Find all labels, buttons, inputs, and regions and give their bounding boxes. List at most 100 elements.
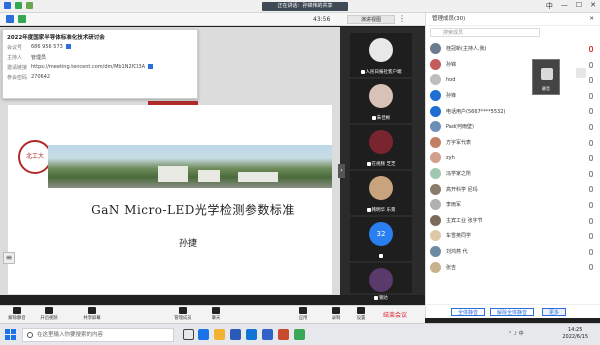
list-item[interactable]: 方字军代表 [426,135,600,151]
list-item[interactable]: zyh [426,150,600,166]
participant-name: 刘鸿燕 代 [446,249,468,256]
mail-icon[interactable] [246,329,257,340]
mic-icon[interactable] [589,92,593,99]
chat-button[interactable]: 聊天 [203,307,229,323]
layout-button[interactable]: 演讲视图 [347,15,395,24]
list-item[interactable]: 电话用户(5667****5532) [426,103,600,119]
video-tile[interactable]: 钢达 [350,263,412,301]
list-item[interactable]: 李雨军 [426,197,600,213]
list-item[interactable]: 冯学家之所 [426,166,600,182]
apps-button[interactable]: 应用 [290,307,316,323]
mic-icon[interactable] [589,217,593,224]
list-item[interactable]: 刘鸿燕 代 [426,244,600,260]
list-item[interactable]: hod [426,72,600,88]
speaking-indicator: 正在讲话：孙锦伟的共享 [262,2,348,11]
manage-members-button[interactable]: 管理成员 [170,307,196,323]
participant-name: hod [446,76,456,83]
mic-icon[interactable] [589,233,593,240]
mic-status-chip[interactable] [576,68,586,78]
mic-icon[interactable] [589,155,593,162]
video-tile[interactable]: 32 [350,217,412,261]
meeting-status-bar: 43:56 演讲视图 ⋮ [0,13,425,26]
windows-start-icon[interactable] [5,329,17,341]
maximize-icon[interactable]: ☐ [576,1,582,11]
mute-all-button[interactable]: 全体静音 [451,308,485,316]
list-item[interactable]: 主宾工业 张字节 [426,213,600,229]
word-icon[interactable] [262,329,273,340]
tile-label: 钢达 [379,296,388,301]
video-tile[interactable]: 韩明华 乐景 [350,171,412,215]
meeting-password: 270642 [31,74,51,80]
slide-menu-icon[interactable]: ≡ [3,252,15,264]
file-explorer-icon[interactable] [214,329,225,340]
list-item[interactable]: 孙锋 [426,88,600,104]
mic-icon[interactable] [589,123,593,130]
mic-icon[interactable] [589,139,593,146]
settings-button[interactable]: 设置 [348,307,374,323]
tile-name: 韩明华 乐景 [350,207,412,213]
shield-icon[interactable] [6,15,14,23]
video-tile[interactable]: 朱佳彬 [350,79,412,123]
unmute-button[interactable]: 解除静音 [4,307,30,323]
collapse-strip-handle[interactable]: › [338,164,345,178]
self-camera-preview[interactable]: 静音 [532,59,560,95]
tile-name: 人民日报社客户端 [350,69,412,75]
avatar [430,168,441,180]
mic-icon [366,207,371,212]
end-meeting-button[interactable]: 结束会议 [383,310,407,319]
avatar [430,58,441,70]
more-button[interactable]: 更多 [542,308,566,316]
mic-icon[interactable] [589,77,593,84]
phone-icon[interactable] [589,108,593,115]
share-screen-button[interactable]: 共享屏幕 [79,307,105,323]
mic-icon[interactable] [589,201,593,208]
start-video-button[interactable]: 开启视频 [36,307,62,323]
copy-icon[interactable] [65,44,71,49]
invite-link[interactable]: https://meeting.tencent.com/dm/Mb1N2fCI3… [31,64,193,71]
participant-search-input[interactable]: 搜索成员 [430,28,540,37]
input-lang-icon[interactable]: 中 [546,1,553,11]
meeting-app-icon[interactable] [294,329,305,340]
task-view-icon[interactable] [183,329,194,340]
list-item[interactable]: 张吉 [426,259,600,275]
toolbar-label: 共享屏幕 [83,316,101,321]
video-tile[interactable]: 人民日报社客户端 [350,33,412,77]
meeting-info-icon[interactable] [4,2,11,9]
info-row: 参会密码 270642 [7,74,193,81]
list-item[interactable]: 桂冠新(主持人,我) [426,41,600,57]
list-item[interactable]: Pad(何雨壁) [426,119,600,135]
mic-icon[interactable] [589,248,593,255]
edge-icon[interactable] [198,329,209,340]
unmute-all-button[interactable]: 解除全体静音 [490,308,534,316]
mic-icon[interactable] [589,61,593,68]
system-tray[interactable]: ⌃ ♪ 中 [508,330,524,337]
participant-name: 电话用户(5667****5532) [446,108,506,115]
record-button[interactable]: 录制 [323,307,349,323]
powerpoint-icon[interactable] [278,329,289,340]
list-item[interactable]: 车雪英同学 [426,228,600,244]
mic-icon[interactable] [589,186,593,193]
tile-label: 朱佳彬 [376,116,391,121]
tile-label: 在视频 芝芝 [371,162,396,167]
mic-icon [374,295,378,300]
minimize-icon[interactable]: — [561,1,568,11]
store-icon[interactable] [230,329,241,340]
taskbar-search-input[interactable]: 在这里输入你要搜索的内容 [22,328,174,342]
list-item[interactable]: 孙锦 [426,57,600,73]
copy-icon[interactable] [148,64,153,69]
ime-indicator[interactable]: 中 [519,331,524,337]
mic-icon[interactable] [589,170,593,177]
meeting-id[interactable]: 686 956 573 [31,44,193,51]
share-icon [88,307,96,314]
clock[interactable]: 14:25 2022/6/15 [562,327,588,341]
security-shield-icon[interactable] [15,2,22,9]
info-value: 686 956 573 [31,44,63,50]
video-tile[interactable]: 在视频 芝芝 [350,125,412,169]
participant-name: zyh [446,154,455,161]
close-icon[interactable]: ✕ [590,1,596,11]
mic-icon[interactable] [589,264,593,271]
mic-icon[interactable] [589,46,593,52]
list-item[interactable]: 高开科学 尼玛 [426,181,600,197]
close-panel-icon[interactable]: ✕ [589,13,594,26]
more-icon[interactable]: ⋮ [398,14,406,23]
